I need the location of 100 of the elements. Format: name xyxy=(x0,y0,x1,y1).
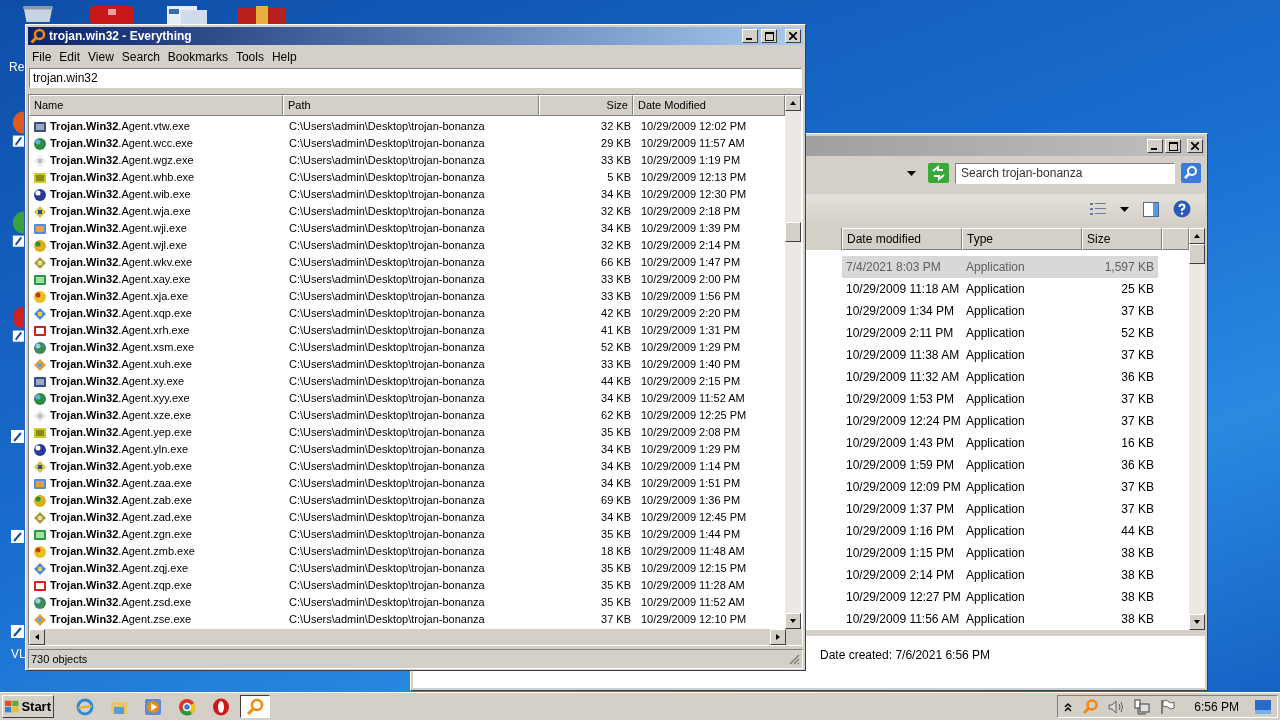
document-icon[interactable] xyxy=(165,6,209,24)
minimize-button[interactable] xyxy=(742,29,758,43)
scroll-thumb[interactable] xyxy=(785,222,801,242)
scroll-down-button[interactable] xyxy=(785,613,801,629)
minimize-button[interactable] xyxy=(1147,139,1163,153)
column-header[interactable]: Size xyxy=(1082,228,1162,250)
file-row[interactable]: 10/29/2009 12:24 PM Application 37 KB xyxy=(842,410,1158,432)
file-row[interactable]: 10/29/2009 1:16 PM Application 44 KB xyxy=(842,520,1158,542)
result-row[interactable]: Trojan.Win32.Agent.zse.exe C:\Users\admin\Desktop\trojan-bonanza 37 KB 10/29/2009 12:10 PM xyxy=(29,611,785,628)
resize-grip-icon[interactable] xyxy=(788,653,800,665)
recycle-bin-icon[interactable] xyxy=(20,6,56,22)
result-row[interactable]: Trojan.Win32.Agent.xy.exe C:\Users\admin\Desktop\trojan-bonanza 44 KB 10/29/2009 2:15 PM xyxy=(29,373,785,390)
column-header[interactable] xyxy=(805,228,842,250)
file-row[interactable]: 10/29/2009 12:27 PM Application 38 KB xyxy=(842,586,1158,608)
menu-item[interactable]: View xyxy=(84,47,118,66)
search-field[interactable]: Search trojan-bonanza xyxy=(955,162,1175,184)
list-view-icon[interactable] xyxy=(1090,202,1106,216)
scroll-up-button[interactable] xyxy=(785,95,801,111)
file-row[interactable]: 10/29/2009 1:34 PM Application 37 KB xyxy=(842,300,1158,322)
scroll-left-button[interactable] xyxy=(29,629,45,645)
show-hidden-icons-icon[interactable] xyxy=(1064,701,1073,712)
file-row[interactable]: 10/29/2009 1:53 PM Application 37 KB xyxy=(842,388,1158,410)
help-icon[interactable] xyxy=(1173,200,1191,218)
scroll-thumb[interactable] xyxy=(1189,244,1205,264)
shortcut-icon[interactable] xyxy=(11,530,24,543)
column-header[interactable]: Date modified xyxy=(842,228,962,250)
app-icon[interactable] xyxy=(90,6,134,24)
result-row[interactable]: Trojan.Win32.Agent.xja.exe C:\Users\admin\Desktop\trojan-bonanza 33 KB 10/29/2009 1:56 PM xyxy=(29,288,785,305)
search-icon[interactable] xyxy=(1181,163,1201,183)
search-field[interactable]: trojan.win32 xyxy=(29,68,802,88)
clock[interactable]: 6:56 PM xyxy=(1194,697,1239,716)
maximize-button[interactable] xyxy=(1165,139,1181,153)
scroll-right-button[interactable] xyxy=(770,629,786,645)
file-row[interactable]: 10/29/2009 11:18 AM Application 25 KB xyxy=(842,278,1158,300)
file-row[interactable]: 10/29/2009 1:37 PM Application 37 KB xyxy=(842,498,1158,520)
result-row[interactable]: Trojan.Win32.Agent.wib.exe C:\Users\admin\Desktop\trojan-bonanza 34 KB 10/29/2009 12:30 PM xyxy=(29,186,785,203)
result-row[interactable]: Trojan.Win32.Agent.zmb.exe C:\Users\admin\Desktop\trojan-bonanza 18 KB 10/29/2009 11:48 AM xyxy=(29,543,785,560)
result-row[interactable]: Trojan.Win32.Agent.wjl.exe C:\Users\admin\Desktop\trojan-bonanza 32 KB 10/29/2009 2:14 PM xyxy=(29,237,785,254)
start-button[interactable]: Start xyxy=(2,695,54,718)
result-row[interactable]: Trojan.Win32.Agent.zsd.exe C:\Users\admin\Desktop\trojan-bonanza 35 KB 10/29/2009 11:52 AM xyxy=(29,594,785,611)
file-row[interactable]: 10/29/2009 11:32 AM Application 36 KB xyxy=(842,366,1158,388)
menu-item[interactable]: Help xyxy=(267,47,301,66)
app-icon[interactable] xyxy=(11,210,24,250)
result-row[interactable]: Trojan.Win32.Agent.yob.exe C:\Users\admin\Desktop\trojan-bonanza 34 KB 10/29/2009 1:14 PM xyxy=(29,458,785,475)
file-row[interactable]: 7/4/2021 8:03 PM Application 1,597 KB xyxy=(842,256,1158,278)
scroll-up-button[interactable] xyxy=(1189,228,1205,244)
result-row[interactable]: Trojan.Win32.Agent.zgn.exe C:\Users\admin\Desktop\trojan-bonanza 35 KB 10/29/2009 1:44 PM xyxy=(29,526,785,543)
archive-icon[interactable] xyxy=(238,6,286,24)
dropdown-arrow-icon[interactable] xyxy=(907,170,916,176)
file-row[interactable]: 10/29/2009 1:43 PM Application 16 KB xyxy=(842,432,1158,454)
column-header[interactable]: Size xyxy=(539,95,633,116)
network-icon[interactable] xyxy=(1134,698,1151,715)
result-row[interactable]: Trojan.Win32.Agent.wcc.exe C:\Users\admin\Desktop\trojan-bonanza 29 KB 10/29/2009 11:57 AM xyxy=(29,135,785,152)
result-row[interactable]: Trojan.Win32.Agent.zqp.exe C:\Users\admin\Desktop\trojan-bonanza 35 KB 10/29/2009 11:28 AM xyxy=(29,577,785,594)
menu-item[interactable]: Search xyxy=(117,47,164,66)
result-row[interactable]: Trojan.Win32.Agent.xyy.exe C:\Users\admin\Desktop\trojan-bonanza 34 KB 10/29/2009 11:52 AM xyxy=(29,390,785,407)
file-row[interactable]: 10/29/2009 12:09 PM Application 37 KB xyxy=(842,476,1158,498)
dropdown-arrow-icon[interactable] xyxy=(1120,206,1129,212)
volume-icon[interactable] xyxy=(1108,699,1125,714)
column-header[interactable]: Date Modified xyxy=(633,95,785,116)
show-desktop-icon[interactable] xyxy=(1255,699,1271,714)
result-row[interactable]: Trojan.Win32.Agent.xze.exe C:\Users\admin\Desktop\trojan-bonanza 62 KB 10/29/2009 12:25 PM xyxy=(29,407,785,424)
menu-item[interactable]: Edit xyxy=(55,47,85,66)
result-row[interactable]: Trojan.Win32.Agent.yep.exe C:\Users\admin\Desktop\trojan-bonanza 35 KB 10/29/2009 2:08 PM xyxy=(29,424,785,441)
result-row[interactable]: Trojan.Win32.Agent.zqj.exe C:\Users\admin\Desktop\trojan-bonanza 35 KB 10/29/2009 12:15 PM xyxy=(29,560,785,577)
result-row[interactable]: Trojan.Win32.Agent.xqp.exe C:\Users\admin\Desktop\trojan-bonanza 42 KB 10/29/2009 2:20 PM xyxy=(29,305,785,322)
file-row[interactable]: 10/29/2009 2:14 PM Application 38 KB xyxy=(842,564,1158,586)
result-row[interactable]: Trojan.Win32.Agent.xay.exe C:\Users\admin\Desktop\trojan-bonanza 33 KB 10/29/2009 2:00 PM xyxy=(29,271,785,288)
file-row[interactable]: 10/29/2009 1:59 PM Application 36 KB xyxy=(842,454,1158,476)
result-row[interactable]: Trojan.Win32.Agent.zab.exe C:\Users\admin\Desktop\trojan-bonanza 69 KB 10/29/2009 1:36 PM xyxy=(29,492,785,509)
vertical-scrollbar[interactable] xyxy=(785,95,801,629)
scroll-down-button[interactable] xyxy=(1189,614,1205,630)
column-header[interactable]: Type xyxy=(962,228,1082,250)
refresh-icon[interactable] xyxy=(928,163,949,183)
scroll-thumb[interactable] xyxy=(45,629,770,645)
result-row[interactable]: Trojan.Win32.Agent.xuh.exe C:\Users\admin\Desktop\trojan-bonanza 33 KB 10/29/2009 1:40 PM xyxy=(29,356,785,373)
file-row[interactable]: 10/29/2009 11:56 AM Application 38 KB xyxy=(842,608,1158,630)
result-row[interactable]: Trojan.Win32.Agent.zaa.exe C:\Users\admin\Desktop\trojan-bonanza 34 KB 10/29/2009 1:51 PM xyxy=(29,475,785,492)
close-button[interactable] xyxy=(1187,139,1203,153)
result-row[interactable]: Trojan.Win32.Agent.wkv.exe C:\Users\admin\Desktop\trojan-bonanza 66 KB 10/29/2009 1:47 PM xyxy=(29,254,785,271)
result-row[interactable]: Trojan.Win32.Agent.xrh.exe C:\Users\admin\Desktop\trojan-bonanza 41 KB 10/29/2009 1:31 PM xyxy=(29,322,785,339)
column-header[interactable]: Path xyxy=(283,95,539,116)
shortcut-icon[interactable] xyxy=(11,430,24,443)
vertical-scrollbar[interactable] xyxy=(1189,228,1205,630)
taskbar-button[interactable] xyxy=(240,695,270,718)
result-row[interactable]: Trojan.Win32.Agent.yln.exe C:\Users\admin\Desktop\trojan-bonanza 34 KB 10/29/2009 1:29 PM xyxy=(29,441,785,458)
result-row[interactable]: Trojan.Win32.Agent.wja.exe C:\Users\admin\Desktop\trojan-bonanza 32 KB 10/29/2009 2:18 PM xyxy=(29,203,785,220)
result-row[interactable]: Trojan.Win32.Agent.wgz.exe C:\Users\admin\Desktop\trojan-bonanza 33 KB 10/29/2009 1:19 PM xyxy=(29,152,785,169)
result-row[interactable]: Trojan.Win32.Agent.whb.exe C:\Users\admin\Desktop\trojan-bonanza 5 KB 10/29/2009 12:13 PM xyxy=(29,169,785,186)
flag-icon[interactable] xyxy=(1160,698,1177,715)
result-row[interactable]: Trojan.Win32.Agent.wji.exe C:\Users\admin\Desktop\trojan-bonanza 34 KB 10/29/2009 1:39 PM xyxy=(29,220,785,237)
app-icon[interactable] xyxy=(11,305,24,345)
file-row[interactable]: 10/29/2009 2:11 PM Application 52 KB xyxy=(842,322,1158,344)
column-header[interactable]: Name xyxy=(29,95,283,116)
result-row[interactable]: Trojan.Win32.Agent.zad.exe C:\Users\admin\Desktop\trojan-bonanza 34 KB 10/29/2009 12:45 PM xyxy=(29,509,785,526)
file-row[interactable]: 10/29/2009 11:38 AM Application 37 KB xyxy=(842,344,1158,366)
preview-pane-icon[interactable] xyxy=(1143,201,1159,217)
app-icon[interactable] xyxy=(11,110,24,150)
close-button[interactable] xyxy=(785,29,801,43)
result-row[interactable]: Trojan.Win32.Agent.vtw.exe C:\Users\admin\Desktop\trojan-bonanza 32 KB 10/29/2009 12:02 PM xyxy=(29,118,785,135)
